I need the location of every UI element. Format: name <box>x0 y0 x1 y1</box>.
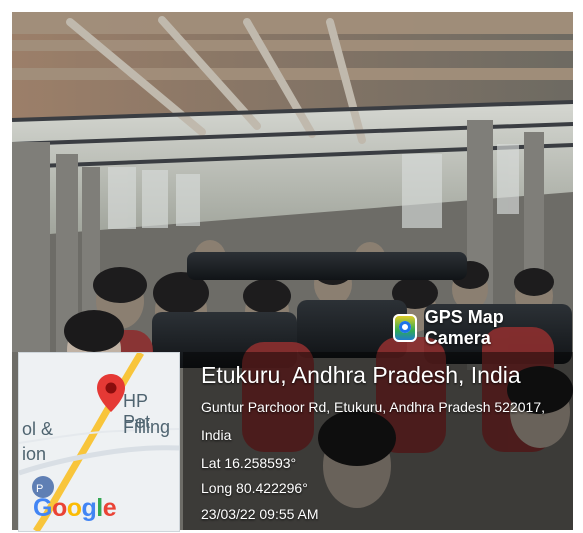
timestamp-text: 23/03/22 09:55 AM <box>201 506 319 522</box>
gps-map-camera-icon <box>393 314 417 342</box>
gps-map-camera-badge: GPS Map Camera <box>393 303 573 353</box>
location-title: Etukuru, Andhra Pradesh, India <box>201 362 521 388</box>
latitude-text: Lat 16.258593° <box>201 455 297 471</box>
location-overlay: Etukuru, Andhra Pradesh, India Guntur Pa… <box>183 352 573 530</box>
google-logo: Google <box>33 494 117 522</box>
address-line-2: India <box>201 427 232 443</box>
map-label-ion: ion <box>22 444 47 464</box>
address-line-1: Guntur Parchoor Rd, Etukuru, Andhra Prad… <box>201 399 545 415</box>
mini-map: P HP Pet Filling ol & ion Google <box>18 352 180 532</box>
photo-frame: GPS Map Camera P HP Pet Filling ol & ion… <box>0 0 583 533</box>
map-label-ol: ol & <box>22 419 54 439</box>
map-label-filling: Filling <box>123 417 171 437</box>
longitude-text: Long 80.422296° <box>201 480 308 496</box>
app-name-label: GPS Map Camera <box>424 307 504 348</box>
